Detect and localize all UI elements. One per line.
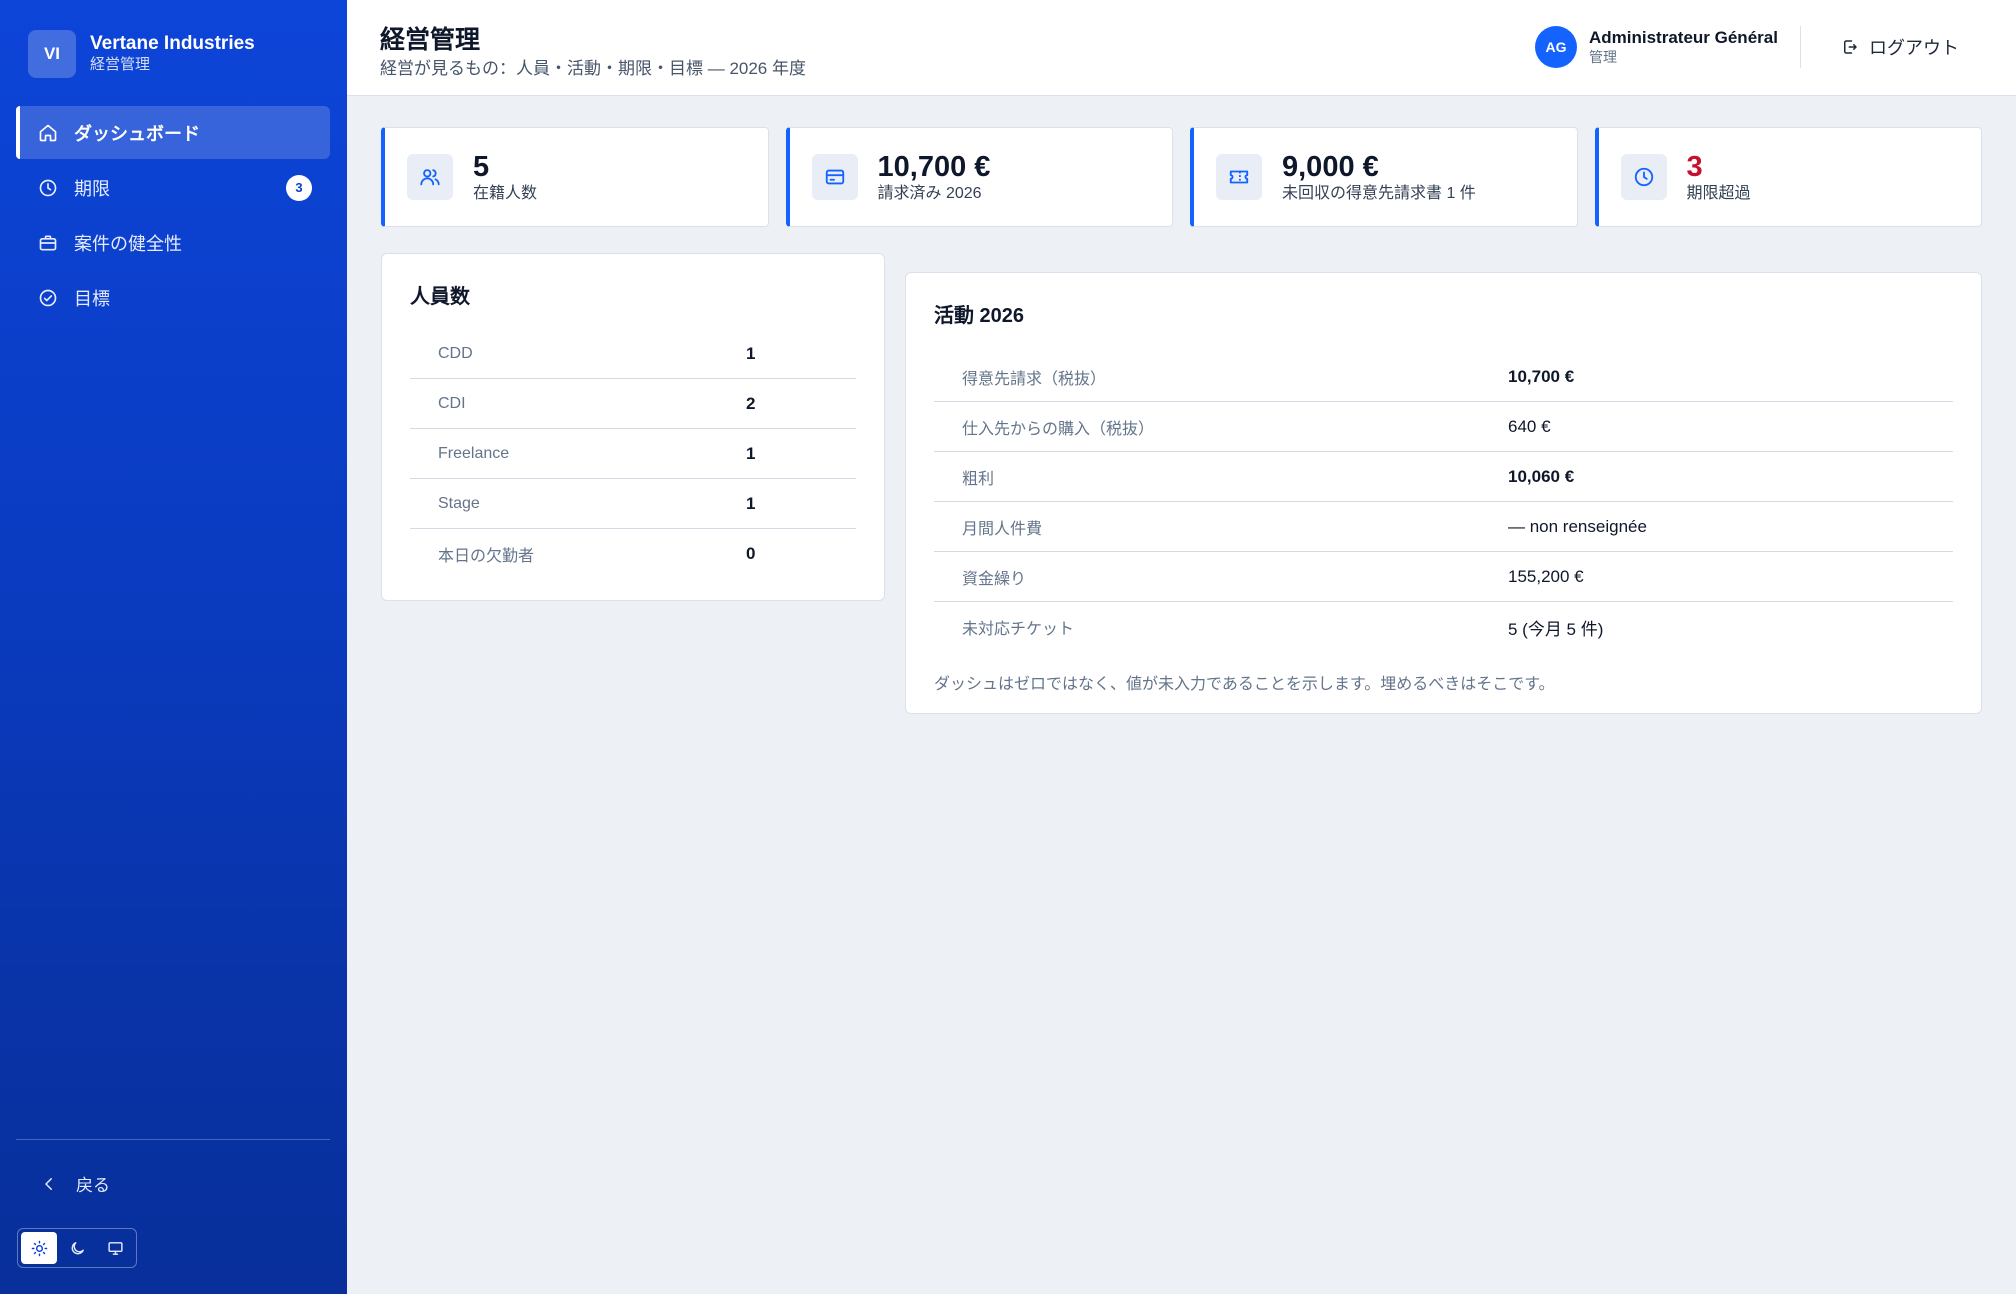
monitor-icon — [107, 1241, 123, 1255]
row-label: 仕入先からの購入（税抜） — [962, 420, 1155, 438]
user-menu[interactable]: AG Administrateur Général 管理 — [1535, 26, 1778, 68]
moon-icon — [71, 1241, 84, 1254]
sidebar-item-label: 案件の健全性 — [74, 233, 182, 254]
row-value: 5 (今月 5 件) — [1508, 619, 1604, 639]
row-value: 2 — [746, 393, 756, 413]
table-row: CDI 2 — [410, 379, 856, 429]
panel-note: ダッシュはゼロではなく、値が未入力であることを示します。埋めるべきはそこです。 — [934, 676, 1555, 693]
headcount-panel: 人員数 CDD 1 CDI 2 Freelance 1 Stage 1 本日の欠… — [381, 253, 885, 601]
brand[interactable]: VI Vertane Industries 経営管理 — [28, 30, 255, 78]
row-label: 得意先請求（税抜） — [962, 370, 1107, 388]
clock-icon — [39, 179, 57, 196]
table-row: CDD 1 — [410, 329, 856, 379]
sidebar-nav: ダッシュボード 期限 3 案件の健全性 目標 — [16, 106, 330, 326]
stat-card-overdue: 3 期限超過 — [1594, 127, 1982, 227]
stat-value: 3 — [1686, 151, 1703, 183]
table-row: 本日の欠勤者 0 — [410, 529, 856, 579]
sidebar-item-label: ダッシュボード — [74, 123, 200, 144]
sidebar-item-label: 期限 — [74, 178, 110, 199]
avatar: AG — [1535, 26, 1577, 68]
table-row: 資金繰り 155,200 € — [934, 552, 1953, 602]
table-row: Freelance 1 — [410, 429, 856, 479]
brand-logo: VI — [28, 30, 76, 78]
panel-title: 活動 2026 — [934, 305, 1025, 327]
logout-label: ログアウト — [1869, 38, 1959, 58]
brand-subtitle: 経営管理 — [90, 56, 151, 73]
logout-button[interactable]: ログアウト — [1841, 34, 1959, 60]
top-header: 経営管理 経営が見るもの：人員・活動・期限・目標 — 2026 年度 AG Ad… — [347, 0, 2016, 96]
stat-cards: 5 在籍人数 10,700 € 請求済み 2026 9,000 € 未回収の得意… — [381, 127, 1982, 227]
deadline-count-badge: 3 — [286, 174, 312, 201]
stat-label: 在籍人数 — [473, 185, 538, 202]
table-row: 粗利 10,060 € — [934, 452, 1953, 502]
row-label: 本日の欠勤者 — [438, 548, 535, 565]
row-label: CDI — [438, 394, 466, 412]
clock-icon — [1634, 167, 1653, 187]
home-icon — [39, 124, 57, 141]
table-row: 未対応チケット 5 (今月 5 件) — [934, 602, 1953, 652]
row-value: 1 — [746, 493, 756, 513]
page-title: 経営管理 — [380, 26, 481, 54]
stat-label: 期限超過 — [1686, 185, 1751, 202]
logout-icon — [1844, 40, 1857, 54]
stat-value: 10,700 € — [877, 151, 991, 183]
row-label: Stage — [438, 494, 480, 512]
stat-card-invoiced: 10,700 € 請求済み 2026 — [785, 127, 1173, 227]
stat-card-unpaid: 9,000 € 未回収の得意先請求書 1 件 — [1190, 127, 1578, 227]
page-subtitle: 経営が見るもの：人員・活動・期限・目標 — 2026 年度 — [380, 59, 806, 78]
panel-title: 人員数 — [410, 286, 470, 308]
activity-panel: 活動 2026 得意先請求（税抜） 10,700 € 仕入先からの購入（税抜） … — [905, 272, 1982, 714]
row-label: Freelance — [438, 444, 510, 462]
sidebar: VI Vertane Industries 経営管理 ダッシュボード 期限 3 … — [0, 0, 347, 1294]
sidebar-item-label: 目標 — [74, 288, 110, 309]
table-row: 得意先請求（税抜） 10,700 € — [934, 352, 1953, 402]
row-value: 10,700 € — [1508, 366, 1575, 386]
row-value: 155,200 € — [1508, 566, 1584, 586]
stat-label: 請求済み 2026 — [877, 185, 982, 202]
brand-name: Vertane Industries — [90, 33, 255, 54]
back-label: 戻る — [76, 1176, 110, 1195]
sidebar-item-deadlines[interactable]: 期限 3 — [16, 161, 330, 214]
row-label: CDD — [438, 344, 473, 362]
table-row: 月間人件費 — non renseignée — [934, 502, 1953, 552]
theme-dark-button[interactable] — [59, 1232, 95, 1264]
header-divider — [1800, 26, 1801, 68]
theme-light-button[interactable] — [21, 1232, 57, 1264]
chevron-left-icon — [45, 1177, 52, 1190]
theme-switch — [17, 1228, 137, 1268]
sun-icon — [31, 1240, 47, 1256]
briefcase-icon — [39, 235, 57, 250]
sidebar-divider — [16, 1139, 330, 1140]
stat-card-headcount: 5 在籍人数 — [381, 127, 769, 227]
row-label: 未対応チケット — [962, 621, 1075, 638]
row-value: 640 € — [1508, 416, 1551, 436]
stat-value: 5 — [473, 151, 490, 183]
row-value: — non renseignée — [1508, 516, 1647, 536]
stat-value: 9,000 € — [1282, 151, 1379, 183]
user-role: 管理 — [1589, 49, 1617, 65]
row-value: 0 — [746, 544, 756, 563]
sidebar-item-goals[interactable]: 目標 — [16, 271, 330, 324]
stat-label: 未回収の得意先請求書 1 件 — [1282, 185, 1476, 202]
sidebar-item-project-health[interactable]: 案件の健全性 — [16, 216, 330, 269]
row-value: 10,060 € — [1508, 466, 1575, 486]
row-label: 月間人件費 — [962, 520, 1043, 538]
theme-system-button[interactable] — [97, 1232, 133, 1264]
table-row: Stage 1 — [410, 479, 856, 529]
row-label: 資金繰り — [962, 570, 1027, 588]
sidebar-item-dashboard[interactable]: ダッシュボード — [16, 106, 330, 159]
users-icon — [420, 169, 440, 186]
row-value: 1 — [746, 443, 756, 463]
ticket-icon — [1229, 170, 1249, 184]
back-link[interactable]: 戻る — [40, 1171, 110, 1196]
user-name: Administrateur Général — [1589, 28, 1778, 47]
table-row: 仕入先からの購入（税抜） 640 € — [934, 402, 1953, 452]
check-circle-icon — [39, 289, 57, 306]
invoice-icon — [825, 169, 844, 185]
row-value: 1 — [746, 343, 756, 363]
row-label: 粗利 — [962, 470, 995, 488]
